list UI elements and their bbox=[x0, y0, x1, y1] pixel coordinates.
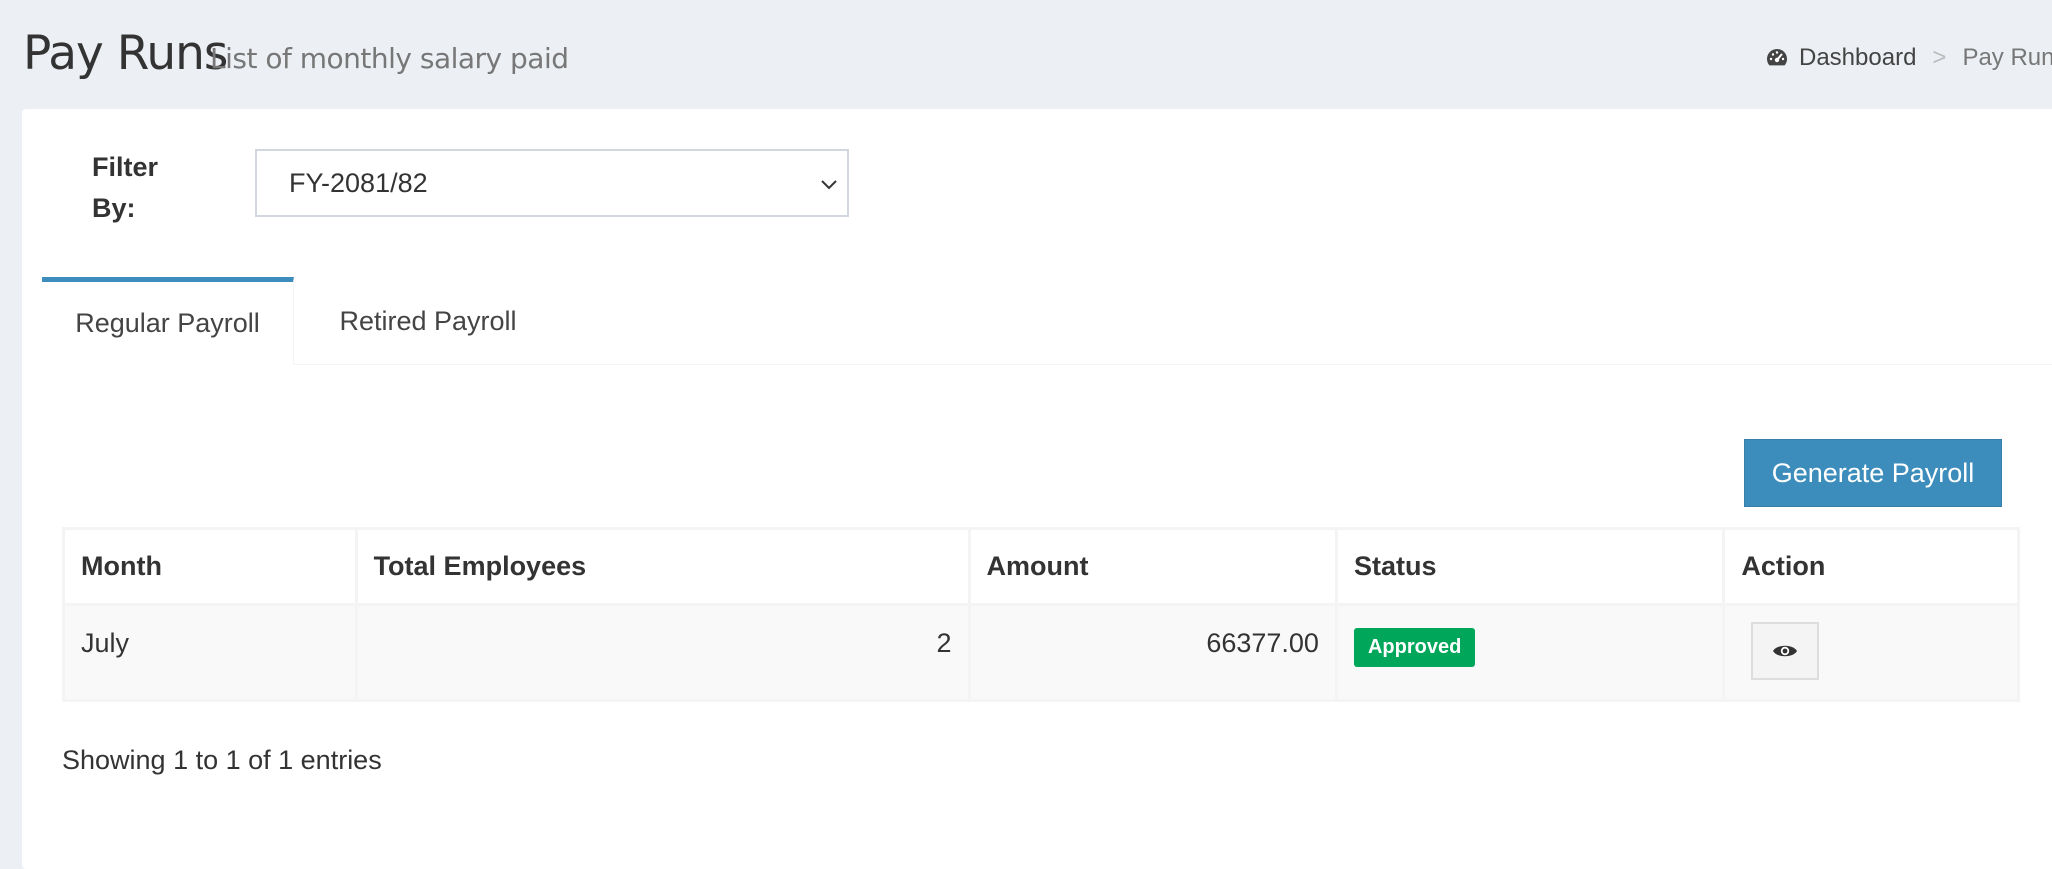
dashboard-icon bbox=[1767, 49, 1787, 66]
table-row: July 2 66377.00 Approved bbox=[62, 603, 2020, 702]
cell-action bbox=[1722, 603, 2020, 702]
view-button[interactable] bbox=[1751, 622, 1820, 680]
breadcrumb-dashboard-link[interactable]: Dashboard bbox=[1799, 44, 1916, 72]
page-subtitle: List of monthly salary paid bbox=[210, 42, 569, 75]
tab-bar: Regular Payroll Retired Payroll bbox=[42, 277, 2052, 365]
breadcrumb-current: Pay Runs bbox=[1962, 44, 2052, 71]
eye-icon bbox=[1773, 645, 1798, 657]
fiscal-year-select[interactable]: FY-2081/82 bbox=[255, 149, 849, 217]
generate-payroll-button[interactable]: Generate Payroll bbox=[1744, 439, 2002, 507]
tab-retired-payroll[interactable]: Retired Payroll bbox=[294, 277, 562, 365]
cell-month: July bbox=[62, 603, 358, 702]
breadcrumb: Dashboard > Pay Runs bbox=[1765, 44, 2052, 72]
payroll-box: Filter By: FY-2081/82 Regular Payroll Re… bbox=[22, 109, 2052, 869]
fiscal-year-selected: FY-2081/82 bbox=[289, 167, 428, 198]
column-header-total-employees[interactable]: Total Employees bbox=[354, 527, 971, 606]
column-header-action: Action bbox=[1722, 527, 2020, 606]
cell-status: Approved bbox=[1334, 603, 1726, 702]
content-header: Pay Runs List of monthly salary paid Das… bbox=[0, 0, 2052, 108]
tab-regular-payroll[interactable]: Regular Payroll bbox=[42, 277, 294, 365]
pagination-info: Showing 1 to 1 of 1 entries bbox=[62, 745, 382, 775]
status-badge: Approved bbox=[1353, 628, 1476, 667]
payroll-table: Month Total Employees Amount Status Acti… bbox=[62, 527, 2020, 702]
cell-total-employees: 2 bbox=[354, 603, 971, 702]
chevron-down-icon bbox=[821, 180, 837, 190]
column-header-amount[interactable]: Amount bbox=[967, 527, 1338, 606]
breadcrumb-separator: > bbox=[1932, 44, 1947, 71]
cell-amount: 66377.00 bbox=[967, 603, 1338, 702]
filter-label: Filter By: bbox=[92, 152, 159, 223]
column-header-status[interactable]: Status bbox=[1334, 527, 1726, 606]
column-header-month[interactable]: Month bbox=[62, 527, 358, 606]
page-title: Pay Runs bbox=[23, 26, 228, 81]
table-header-row: Month Total Employees Amount Status Acti… bbox=[62, 527, 2020, 606]
